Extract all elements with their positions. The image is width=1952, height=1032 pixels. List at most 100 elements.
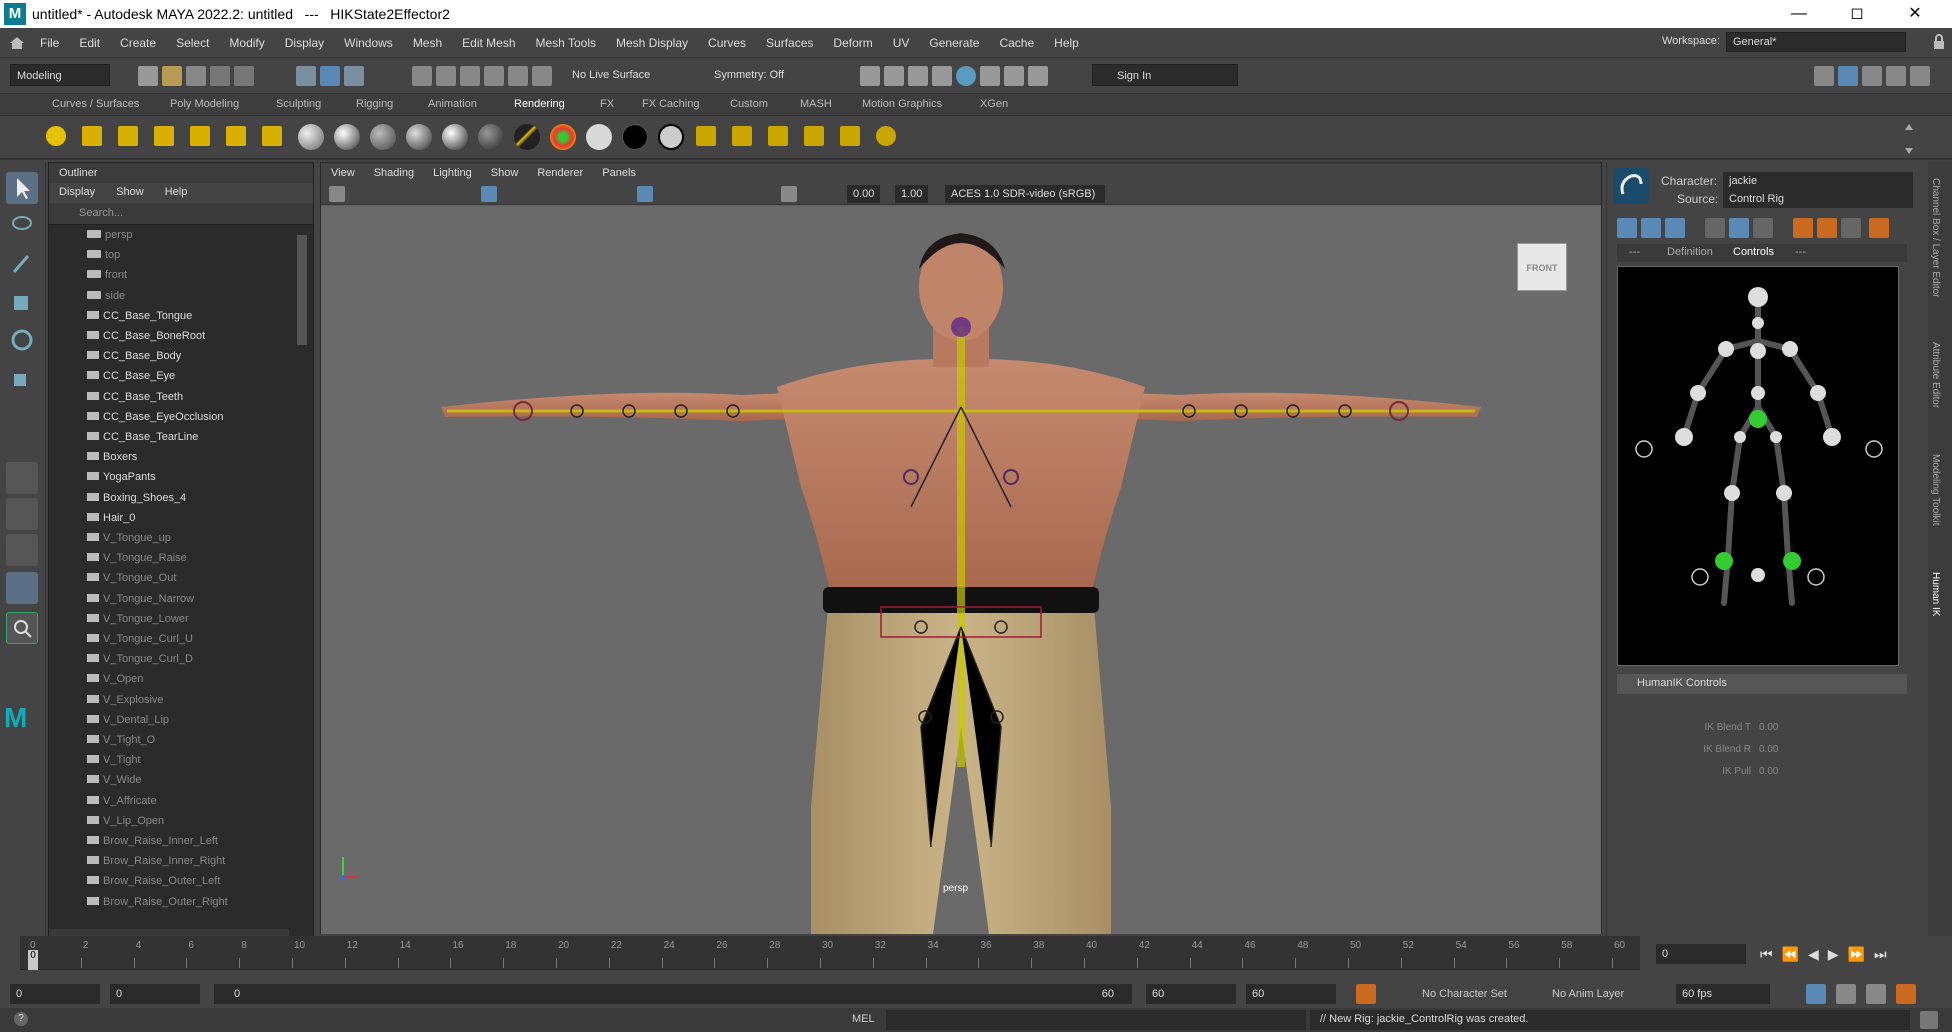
- select-component-icon[interactable]: [344, 66, 364, 86]
- ik-blend-r-value[interactable]: 0.00: [1759, 744, 1778, 755]
- volume-light-icon[interactable]: [226, 126, 246, 146]
- shelf-tab-rendering[interactable]: Rendering: [514, 98, 565, 110]
- outliner-item[interactable]: CC_Base_Body: [87, 350, 181, 368]
- outliner-item[interactable]: V_Tongue_Curl_U: [87, 633, 193, 651]
- select-hierarchy-icon[interactable]: [296, 66, 316, 86]
- current-frame-marker[interactable]: 0: [28, 950, 38, 970]
- hik-control-figure[interactable]: [1617, 266, 1899, 666]
- menu-mesh-tools[interactable]: Mesh Tools: [536, 36, 596, 50]
- menu-uv[interactable]: UV: [893, 36, 910, 50]
- shelf-scroll-icon[interactable]: [1904, 122, 1913, 156]
- outliner-menu-help[interactable]: Help: [165, 186, 188, 198]
- layout-icon-2[interactable]: [1838, 66, 1858, 86]
- minimize-icon[interactable]: —: [1770, 0, 1828, 28]
- hik-tab-definition[interactable]: Definition: [1667, 246, 1713, 258]
- smooth-shade-icon[interactable]: [637, 186, 653, 202]
- point-light-icon[interactable]: [118, 126, 138, 146]
- spot-light-icon[interactable]: [154, 126, 174, 146]
- outliner-layout-icon[interactable]: [6, 572, 38, 604]
- shelf-tab-custom[interactable]: Custom: [730, 98, 768, 110]
- surface-shader-icon[interactable]: [586, 124, 612, 150]
- fps-select[interactable]: 60 fps: [1676, 984, 1770, 1004]
- undo-icon[interactable]: [210, 66, 230, 86]
- outliner-item[interactable]: V_Tongue_Out: [87, 572, 176, 590]
- shelf-tab-xgen[interactable]: XGen: [980, 98, 1008, 110]
- render-settings-icon[interactable]: [932, 66, 952, 86]
- vp-menu-panels[interactable]: Panels: [602, 167, 636, 179]
- menu-display[interactable]: Display: [285, 36, 324, 50]
- move-tool-icon[interactable]: [6, 286, 38, 318]
- tab-channel-box[interactable]: Channel Box / Layer Editor: [1930, 178, 1941, 298]
- script-editor-icon[interactable]: [1920, 1011, 1938, 1029]
- render-sequence-icon[interactable]: [768, 126, 788, 146]
- outliner-item[interactable]: Boxers: [87, 451, 137, 469]
- workspace-select[interactable]: General*: [1726, 32, 1906, 52]
- area-light-icon[interactable]: [190, 126, 210, 146]
- redo-icon[interactable]: [234, 66, 254, 86]
- layout-icon-1[interactable]: [1814, 66, 1834, 86]
- new-scene-icon[interactable]: [138, 66, 158, 86]
- outliner-item[interactable]: YogaPants: [87, 471, 156, 489]
- outliner-item[interactable]: V_Explosive: [87, 694, 164, 712]
- shelf-tab-curves-surfaces[interactable]: Curves / Surfaces: [52, 98, 139, 110]
- command-input[interactable]: [886, 1010, 1306, 1030]
- menu-mesh[interactable]: Mesh: [413, 36, 442, 50]
- shelf-tab-poly-modeling[interactable]: Poly Modeling: [170, 98, 239, 110]
- snap-grid-icon[interactable]: [412, 66, 432, 86]
- character-icon[interactable]: [1896, 984, 1916, 1004]
- source-select[interactable]: Control Rig: [1723, 190, 1913, 208]
- layout-icon-5[interactable]: [1910, 66, 1930, 86]
- menu-curves[interactable]: Curves: [708, 36, 746, 50]
- light-link-icon[interactable]: [262, 126, 282, 146]
- ambient-light-icon[interactable]: [46, 126, 66, 146]
- vp-menu-renderer[interactable]: Renderer: [537, 167, 583, 179]
- color-shader-icon[interactable]: [550, 124, 576, 150]
- outliner-item[interactable]: V_Tight_O: [87, 734, 155, 752]
- scene-end-field[interactable]: 60: [1246, 984, 1336, 1004]
- loop-icon[interactable]: [1806, 984, 1826, 1004]
- tab-attribute-editor[interactable]: Attribute Editor: [1930, 342, 1941, 408]
- stance-pose-icon[interactable]: [1869, 218, 1889, 238]
- tab-modeling-toolkit[interactable]: Modeling Toolkit: [1930, 454, 1941, 526]
- outliner-item[interactable]: V_Dental_Lip: [87, 714, 169, 732]
- outliner-menu-display[interactable]: Display: [59, 186, 95, 198]
- shelf-tab-fx[interactable]: FX: [600, 98, 614, 110]
- outliner-item[interactable]: Brow_Raise_Inner_Right: [87, 855, 225, 873]
- body-part-icon[interactable]: [1641, 218, 1661, 238]
- outliner-item[interactable]: Brow_Raise_Outer_Right: [87, 896, 228, 914]
- snap-live-icon[interactable]: [532, 66, 552, 86]
- outliner-item[interactable]: V_Affricate: [87, 795, 157, 813]
- menu-edit[interactable]: Edit: [79, 36, 100, 50]
- lasso-tool-icon[interactable]: [6, 210, 38, 242]
- anim-prefs-icon[interactable]: [1866, 984, 1886, 1004]
- auto-key-icon[interactable]: [1356, 984, 1376, 1004]
- outliner-menu-show[interactable]: Show: [116, 186, 144, 198]
- render-icon[interactable]: [696, 126, 716, 146]
- outliner-item[interactable]: Boxing_Shoes_4: [87, 492, 186, 510]
- outliner-item[interactable]: CC_Base_Tongue: [87, 310, 192, 328]
- anim-layer-select[interactable]: No Anim Layer: [1552, 988, 1624, 1000]
- tab-human-ik[interactable]: Human IK: [1930, 572, 1941, 616]
- pin-translate-icon[interactable]: [1705, 218, 1725, 238]
- outliner-item[interactable]: V_Tight: [87, 754, 141, 772]
- paint-select-icon[interactable]: [6, 248, 38, 280]
- outliner-item[interactable]: V_Tongue_Lower: [87, 613, 189, 631]
- lambert-sphere-icon[interactable]: [298, 124, 324, 150]
- light-editor-icon[interactable]: [1004, 66, 1024, 86]
- maximize-icon[interactable]: ◻: [1828, 0, 1886, 28]
- lock-icon[interactable]: [1932, 34, 1946, 50]
- isolate-icon[interactable]: [781, 186, 797, 202]
- black-shader-icon[interactable]: [622, 124, 648, 150]
- shelf-tab-sculpting[interactable]: Sculpting: [276, 98, 321, 110]
- outliner-item[interactable]: CC_Base_Teeth: [87, 391, 183, 409]
- range-bar[interactable]: 0 60: [214, 984, 1132, 1004]
- camera-icon[interactable]: [329, 186, 345, 202]
- outliner-item[interactable]: CC_Base_EyeOcclusion: [87, 411, 223, 429]
- hik-tab-controls[interactable]: Controls: [1733, 246, 1774, 258]
- outliner-item[interactable]: V_Lip_Open: [87, 815, 164, 833]
- outliner-item[interactable]: V_Open: [87, 673, 143, 691]
- current-frame-field[interactable]: 0: [1656, 944, 1746, 964]
- menu-create[interactable]: Create: [120, 36, 156, 50]
- menu-file[interactable]: File: [40, 36, 59, 50]
- outliner-item[interactable]: CC_Base_TearLine: [87, 431, 198, 449]
